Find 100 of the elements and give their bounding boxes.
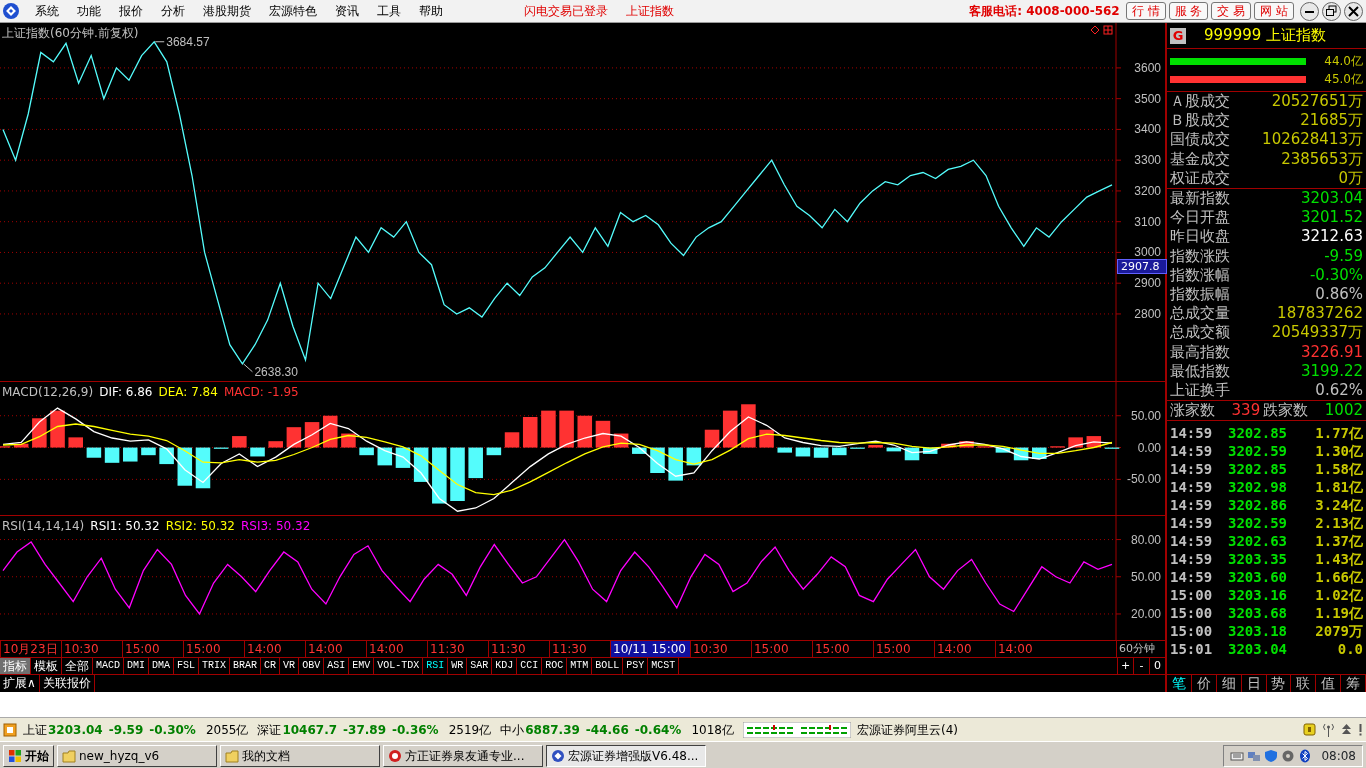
tick-time: 14:59 — [1170, 442, 1214, 461]
tick-amount: 1.30亿 — [1315, 442, 1363, 461]
stat-label: 昨日收盘 — [1170, 227, 1230, 247]
stat-label: 涨家数 — [1170, 401, 1215, 421]
tick-time: 15:00 — [1170, 604, 1214, 623]
annotation: 2638.30 — [254, 364, 299, 379]
time-label: 15:00 — [812, 641, 873, 657]
legend-text: RSI1: 50.32 — [90, 518, 160, 535]
time-label: 15:00 — [751, 641, 812, 657]
notice-text: 闪电交易已登录 — [524, 3, 608, 20]
stat-label: 国债成交 — [1170, 130, 1230, 150]
stat-value: 3203.04 — [1300, 189, 1363, 209]
legend-text: RSI2: 50.32 — [165, 518, 235, 535]
tick-time: 14:59 — [1170, 424, 1214, 443]
tick-amount: 1.19亿 — [1315, 604, 1363, 623]
tick-time: 14:59 — [1170, 568, 1214, 587]
time-label: 11:30 — [427, 641, 488, 657]
tick-time: 14:59 — [1170, 550, 1214, 569]
stat-value: 0.62% — [1315, 381, 1363, 401]
stat-value: 187837262 — [1277, 304, 1363, 324]
stat-label: 上证换手 — [1170, 381, 1230, 401]
annotation: 3684.57 — [154, 34, 210, 49]
chart-title: 上证指数(60分钟.前复权) — [2, 25, 139, 42]
time-label: 14:00 — [244, 641, 305, 657]
axis-tick-label: 3400 — [1134, 122, 1161, 137]
stat-value: -0.30% — [1309, 265, 1363, 286]
annotation: 3684.57 — [166, 34, 210, 49]
tick-amount: 2079万 — [1315, 622, 1363, 641]
tick-time: 15:00 — [1170, 622, 1214, 641]
stat-value: 20549337万 — [1271, 323, 1363, 343]
tick-amount: 1.43亿 — [1315, 550, 1363, 569]
legend-text: DIF: 6.86 — [99, 384, 153, 401]
axis-tick-label: 2900 — [1134, 276, 1161, 291]
time-label: 15:00 — [122, 641, 183, 657]
axis-tick-label: 3500 — [1134, 91, 1161, 106]
time-label: 14:00 — [995, 641, 1056, 657]
server-name: 宏源证券阿里云(4) — [856, 721, 958, 739]
index-name: 上证 — [23, 721, 47, 739]
axis-tick-label: 0.00 — [1137, 440, 1161, 455]
tick-price: 3203.18 — [1228, 622, 1287, 641]
time-label: 15:00 — [183, 641, 244, 657]
cursor-price-label: 2907.8 — [1117, 259, 1167, 274]
index-amount: 2055亿 — [205, 721, 249, 739]
stat-label: 总成交量 — [1170, 304, 1230, 324]
clock-text: 08:08 — [1321, 747, 1356, 765]
tick-amount: 1.02亿 — [1315, 586, 1363, 605]
tick-price: 3202.59 — [1228, 442, 1287, 461]
stat-label: 最低指数 — [1170, 361, 1230, 382]
volume-label: 45.0亿 — [1324, 71, 1363, 88]
panel-title: 999999 上证指数 — [1204, 25, 1327, 47]
time-label: 14:00 — [366, 641, 427, 657]
index-change: -37.89 — [343, 721, 386, 739]
index-percent: -0.64% — [634, 721, 682, 739]
time-label: 15:00 — [873, 641, 934, 657]
time-label: 10:30 — [61, 641, 122, 657]
stat-label: 基金成交 — [1170, 149, 1230, 169]
index-percent: -0.30% — [149, 721, 196, 739]
index-name: 中小 — [500, 721, 525, 739]
tick-price: 3203.16 — [1228, 586, 1287, 605]
stat-label: 最高指数 — [1170, 342, 1230, 362]
stat-value: 0.86% — [1315, 285, 1363, 305]
tick-amount: 1.58亿 — [1315, 460, 1363, 479]
stat-label: 今日开盘 — [1170, 208, 1230, 228]
tick-time: 15:00 — [1170, 586, 1214, 605]
hotline-text: 客服电话: 4008-000-562 — [969, 3, 1120, 20]
tick-amount: 3.24亿 — [1315, 496, 1363, 515]
stat-value: 3226.91 — [1300, 342, 1363, 362]
tick-time: 15:01 — [1170, 640, 1214, 659]
stat-label: Ａ股成交 — [1170, 92, 1230, 112]
stat-value: 1002 — [1324, 401, 1363, 421]
stat-label: Ｂ股成交 — [1170, 111, 1230, 131]
axis-tick-label: 80.00 — [1130, 532, 1161, 547]
tick-amount: 1.81亿 — [1315, 478, 1363, 497]
tick-amount: 1.77亿 — [1315, 424, 1363, 443]
stat-label: 最新指数 — [1170, 189, 1230, 209]
axis-tick-label: -50.00 — [1126, 472, 1161, 487]
tick-price: 3202.59 — [1228, 514, 1287, 533]
tick-price: 3202.85 — [1228, 460, 1287, 479]
stat-value: 2385653万 — [1281, 149, 1363, 169]
tick-price: 3203.60 — [1228, 568, 1287, 587]
legend-text: RSI3: 50.32 — [241, 518, 311, 535]
stat-label: 指数涨跌 — [1170, 246, 1230, 266]
index-amount: 1018亿 — [691, 721, 734, 739]
stat-label: 总成交额 — [1170, 323, 1230, 343]
tick-time: 14:59 — [1170, 532, 1214, 551]
index-amount: 2519亿 — [448, 721, 492, 739]
stat-value: 3212.63 — [1300, 227, 1363, 247]
legend-text: MACD: -1.95 — [223, 384, 299, 401]
tick-amount: 2.13亿 — [1315, 514, 1363, 533]
axis-tick-label: 3000 — [1134, 245, 1161, 260]
time-label: 10:30 — [690, 641, 751, 657]
tick-price: 3202.86 — [1228, 496, 1287, 515]
tick-amount: 0.0 — [1337, 640, 1363, 659]
stat-value: 102628413万 — [1262, 130, 1363, 150]
index-name: 深证 — [257, 721, 282, 739]
stat-label: 指数涨幅 — [1170, 265, 1230, 286]
index-change: -44.66 — [585, 721, 629, 739]
tick-time: 14:59 — [1170, 460, 1214, 479]
index-percent: -0.36% — [392, 721, 439, 739]
axis-tick-label: 3100 — [1134, 214, 1161, 229]
